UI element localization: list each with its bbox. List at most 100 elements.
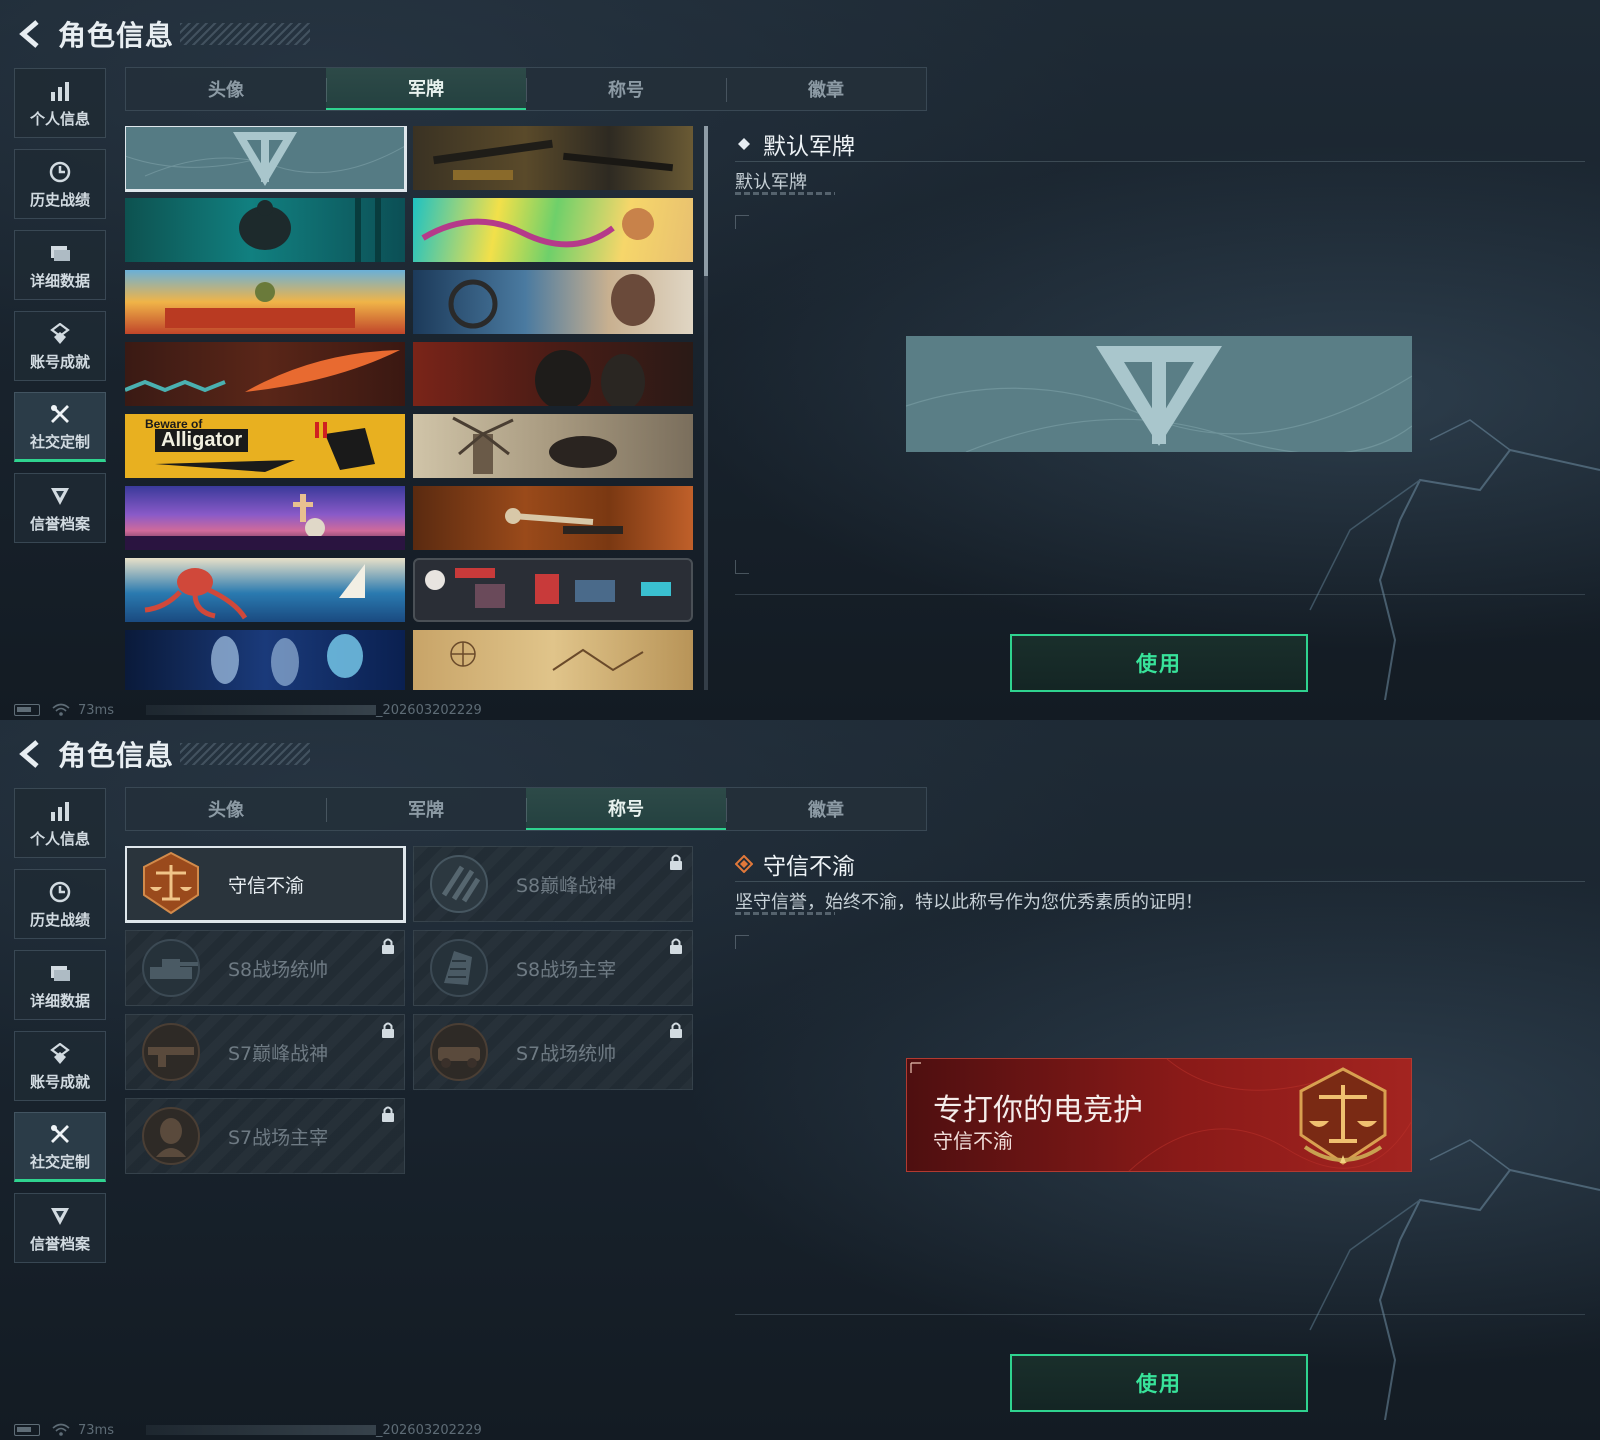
sidebar-item-label: 社交定制 [29,432,90,451]
sidebar: 个人信息 历史战绩 详细数据 账号成就 社交定制 信誉档案 [14,68,106,554]
tab-title[interactable]: 称号 [526,68,726,110]
sidebar-item-history[interactable]: 历史战绩 [14,149,106,219]
tools-icon [47,1121,73,1147]
title-preview-sub-text: 守信不渝 [933,1129,1013,1153]
sidebar-item-label: 详细数据 [29,991,90,1010]
dog-tag-windmill-knight[interactable] [413,414,693,478]
title-card-s8-dominator[interactable]: S8战场主宰 [413,930,693,1006]
page-title: 角色信息 [58,739,175,772]
title-card-label: S7巅峰战神 [228,1042,329,1065]
folder-icon [47,960,73,986]
market-art [165,282,355,328]
dog-tag-music-pop[interactable] [413,198,693,262]
detail-header: 守信不渝 [735,846,1585,882]
title-card-s7-dominator[interactable]: S7战场主宰 [125,1098,405,1174]
lock-icon [670,1022,682,1038]
dog-tag-default[interactable] [125,126,407,192]
title-card-s8-commander[interactable]: S8战场统帅 [125,930,405,1006]
description-underline [735,912,835,915]
scales-emblem-icon [1299,1067,1387,1165]
frame-corner [735,935,749,949]
dog-tag-autumn-skeleton[interactable] [413,486,693,550]
title-card-s7-commander[interactable]: S7战场统帅 [413,1014,693,1090]
use-button[interactable]: 使用 [1010,1354,1308,1412]
octopus-art [144,564,365,620]
sidebar-item-label: 信誉档案 [29,1234,90,1253]
tab-title[interactable]: 称号 [526,788,726,830]
tools-icon [47,401,73,427]
dog-tag-soldiers-red[interactable] [413,342,693,406]
sidebar-item-achievements[interactable]: 账号成就 [14,311,106,381]
sidebar-item-label: 账号成就 [29,1072,90,1091]
tab-avatar[interactable]: 头像 [126,68,326,110]
orange-diamond-icon [735,854,753,873]
lock-icon [670,938,682,954]
default-plate-preview-art [906,346,1412,452]
sidebar-item-detailed-data[interactable]: 详细数据 [14,230,106,300]
scrollbar-thumb[interactable] [704,126,708,276]
dog-tag-market-stall[interactable] [125,270,405,334]
sidebar-item-social-custom[interactable]: 社交定制 [14,1112,106,1182]
bar-chart-icon [47,798,73,824]
back-button[interactable] [14,734,46,774]
sidebar-item-personal-info[interactable]: 个人信息 [14,68,106,138]
title-card-s7-peak-god[interactable]: S7巅峰战神 [125,1014,405,1090]
ping-value: 73ms [78,1422,114,1438]
tab-avatar[interactable]: 头像 [126,788,326,830]
title-card-s8-peak-god[interactable]: S8巅峰战神 [413,846,693,922]
shield-badge-icon [47,483,73,509]
sidebar-item-detailed-data[interactable]: 详细数据 [14,950,106,1020]
page-title: 角色信息 [58,19,175,52]
lock-icon [670,854,682,870]
sidebar-item-social-custom[interactable]: 社交定制 [14,392,106,462]
sidebar-item-reputation[interactable]: 信誉档案 [14,1193,106,1263]
medal-icon [47,1041,73,1067]
sketch-art [450,641,644,672]
title-card-label: S8巅峰战神 [516,874,617,897]
dog-tag-sketch-map[interactable] [413,630,693,690]
dog-tag-halloween-graves[interactable] [125,486,405,550]
sidebar-item-achievements[interactable]: 账号成就 [14,1031,106,1101]
bar-chart-icon [47,78,73,104]
title-card-trustworthy[interactable]: 守信不渝 [125,846,406,923]
sidebar-item-label: 社交定制 [29,1152,90,1171]
description-underline [735,192,835,195]
build-id: _202603202229 [375,702,482,718]
detail-description: 坚守信誉，始终不渝，特以此称号作为您优秀素质的证明！ [735,892,1203,913]
tab-dog-tag[interactable]: 军牌 [326,68,526,110]
sidebar-item-history[interactable]: 历史战绩 [14,869,106,939]
sidebar-item-reputation[interactable]: 信誉档案 [14,473,106,543]
tab-dog-tag[interactable]: 军牌 [326,788,526,830]
detail-header: 默认军牌 [735,126,1585,162]
battery-icon [14,704,40,716]
dog-tag-octopus-waves[interactable] [125,558,405,622]
folder-icon [47,240,73,266]
soldier-emblem-icon [142,1107,200,1165]
tab-badge[interactable]: 徽章 [726,68,926,110]
sidebar-item-personal-info[interactable]: 个人信息 [14,788,106,858]
dog-tag-alligator[interactable]: Beware of Alligator [125,414,405,478]
dog-tag-pixel-game[interactable] [413,558,693,622]
pixel-art [425,568,671,608]
gym-art [239,198,381,262]
sidebar-item-label: 详细数据 [29,271,90,290]
use-button-label: 使用 [1136,1372,1182,1396]
skeleton-art [505,508,623,534]
dog-tag-mechanic-woman[interactable] [413,270,693,334]
frame-corner [735,215,749,229]
wifi-icon [52,1423,70,1436]
grid-scrollbar[interactable] [704,126,708,690]
alligator-art [155,422,375,472]
title-preview-card: 专打你的电竞护 守信不渝 [906,1058,1412,1172]
wifi-icon [52,703,70,716]
dog-tag-gym-teal[interactable] [125,198,405,262]
sidebar-item-label: 个人信息 [29,109,90,128]
tab-bar: 头像 军牌 称号 徽章 [125,67,927,111]
dog-tag-weapons-table[interactable] [413,126,693,190]
dog-tag-xray-galaxy[interactable] [125,630,405,690]
back-button[interactable] [14,14,46,54]
use-button[interactable]: 使用 [1010,634,1308,692]
tab-badge[interactable]: 徽章 [726,788,926,830]
page-header: 角色信息 [14,732,311,776]
dog-tag-tribal-feather[interactable] [125,342,405,406]
